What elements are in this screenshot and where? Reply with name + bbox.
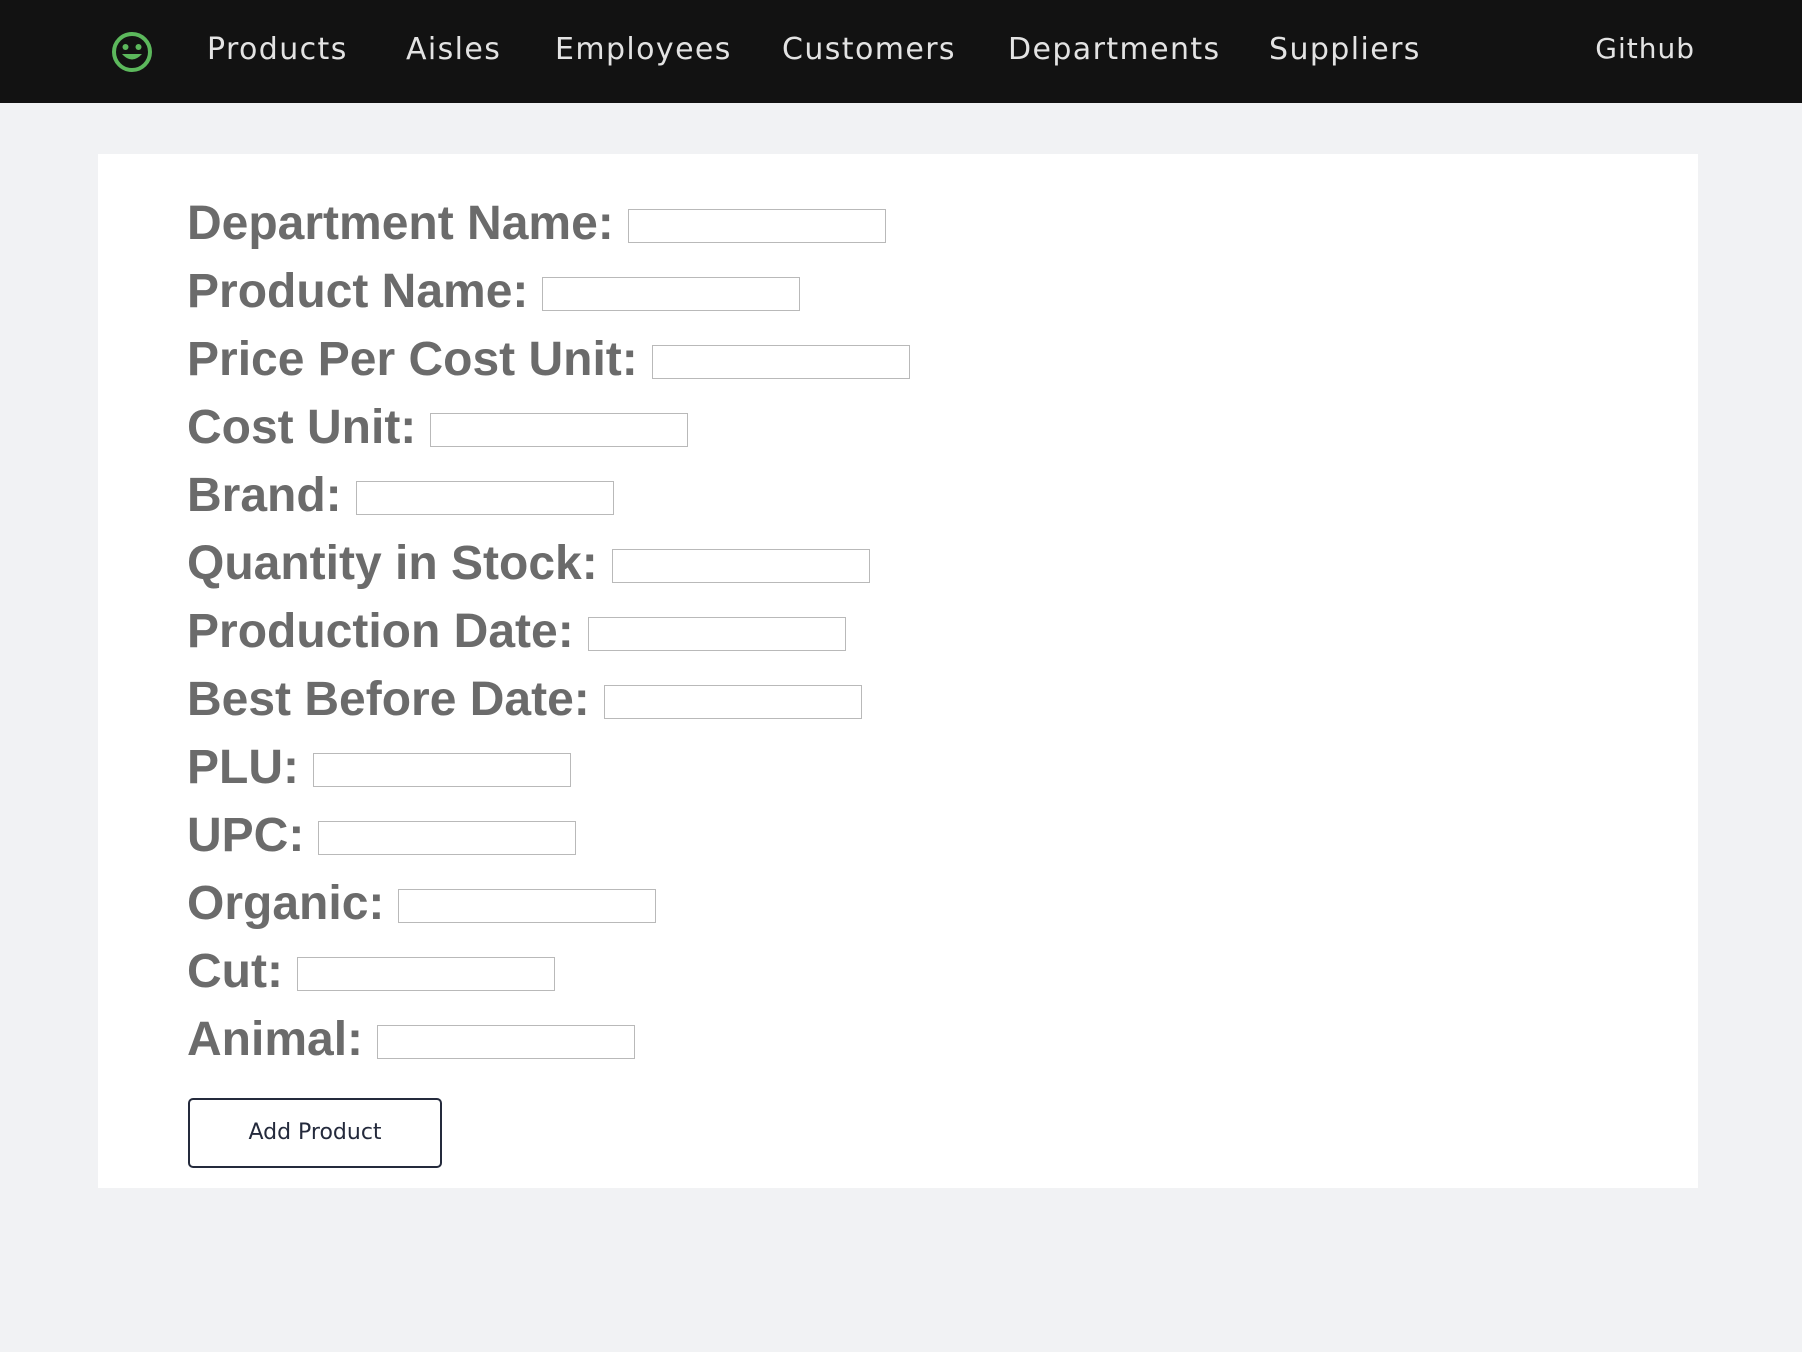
top-navbar: Products Aisles Employees Customers Depa… (0, 0, 1802, 103)
production-date-label: Production Date: (187, 605, 574, 658)
upc-label: UPC: (187, 809, 305, 862)
quantity-in-stock-input[interactable] (611, 549, 870, 583)
form-row-product-name: Product Name: (187, 264, 801, 324)
form-row-best-before-date: Best Before Date: (187, 672, 862, 732)
production-date-input[interactable] (587, 617, 846, 651)
form-row-quantity-in-stock: Quantity in Stock: (187, 536, 870, 596)
nav-link-github[interactable]: Github (1595, 28, 1695, 70)
organic-input[interactable] (398, 889, 657, 923)
form-row-cost-unit: Cost Unit: (187, 400, 689, 460)
cost-unit-input[interactable] (430, 413, 689, 447)
form-row-organic: Organic: (187, 876, 657, 936)
smiley-face-icon[interactable] (108, 30, 156, 74)
price-per-cost-unit-label: Price Per Cost Unit: (187, 333, 638, 386)
organic-label: Organic: (187, 877, 385, 930)
department-name-input[interactable] (627, 209, 886, 243)
nav-link-suppliers[interactable]: Suppliers (1269, 29, 1421, 71)
nav-link-products[interactable]: Products (207, 29, 348, 71)
plu-label: PLU: (187, 741, 299, 794)
quantity-in-stock-label: Quantity in Stock: (187, 537, 598, 590)
upc-input[interactable] (318, 821, 577, 855)
best-before-date-label: Best Before Date: (187, 673, 590, 726)
cut-label: Cut: (187, 945, 283, 998)
brand-input[interactable] (355, 481, 614, 515)
product-name-label: Product Name: (187, 265, 529, 318)
price-per-cost-unit-input[interactable] (651, 345, 910, 379)
nav-link-employees[interactable]: Employees (555, 29, 732, 71)
nav-link-departments[interactable]: Departments (1008, 29, 1221, 71)
best-before-date-input[interactable] (603, 685, 862, 719)
form-row-production-date: Production Date: (187, 604, 846, 664)
department-name-label: Department Name: (187, 197, 614, 250)
nav-link-aisles[interactable]: Aisles (406, 29, 501, 71)
add-product-button[interactable]: Add Product (188, 1098, 442, 1168)
plu-input[interactable] (312, 753, 571, 787)
form-row-price-per-cost-unit: Price Per Cost Unit: (187, 332, 910, 392)
form-row-brand: Brand: (187, 468, 614, 528)
form-row-upc: UPC: (187, 808, 577, 868)
product-name-input[interactable] (542, 277, 801, 311)
animal-label: Animal: (187, 1013, 364, 1066)
form-row-plu: PLU: (187, 740, 571, 800)
brand-label: Brand: (187, 469, 342, 522)
form-row-animal: Animal: (187, 1012, 636, 1072)
form-row-department-name: Department Name: (187, 196, 886, 256)
cut-input[interactable] (296, 957, 555, 991)
form-row-cut: Cut: (187, 944, 555, 1004)
nav-link-customers[interactable]: Customers (782, 29, 956, 71)
animal-input[interactable] (377, 1025, 636, 1059)
cost-unit-label: Cost Unit: (187, 401, 417, 454)
